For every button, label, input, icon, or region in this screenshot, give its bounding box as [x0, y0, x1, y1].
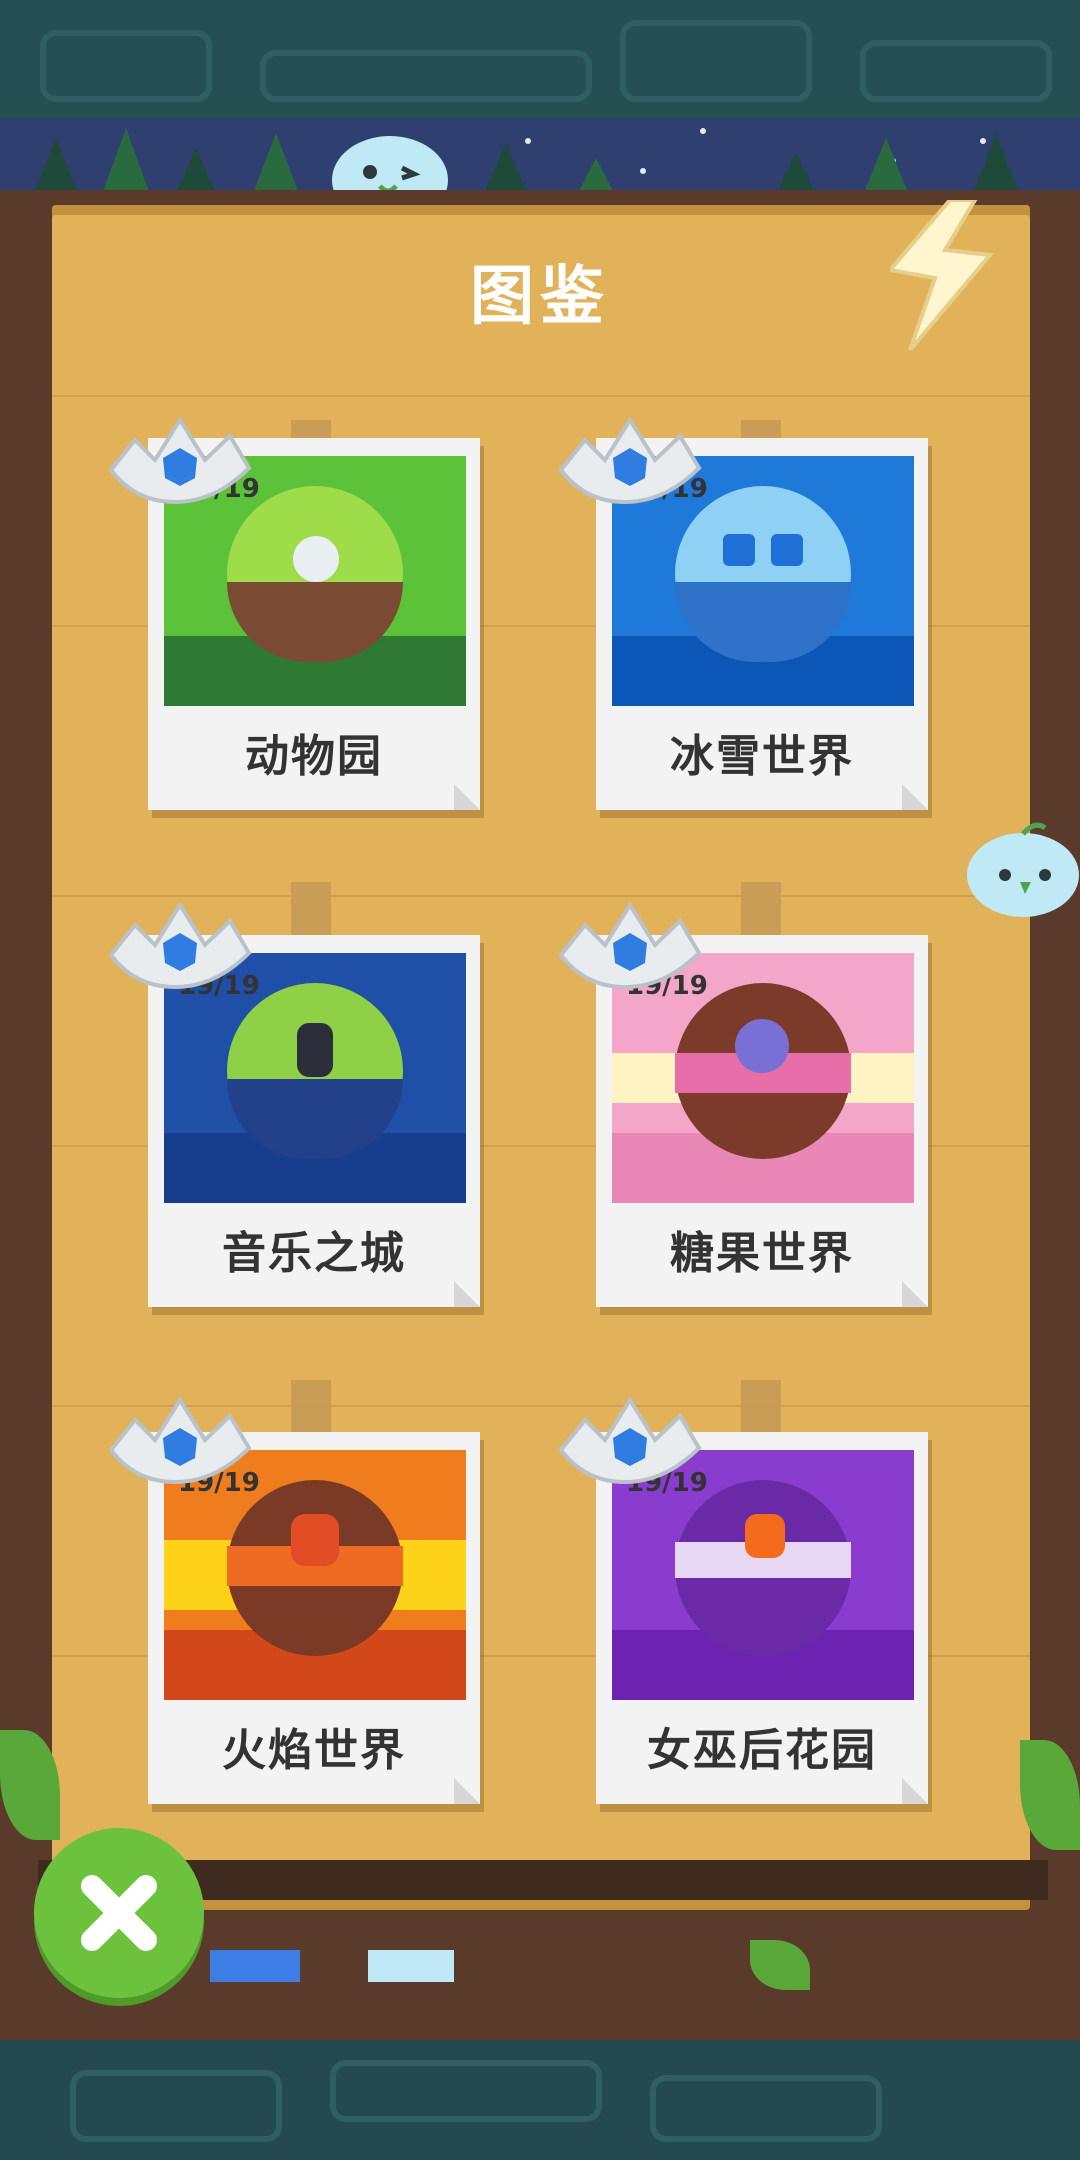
mascot-side-icon	[965, 820, 1080, 920]
background-top	[0, 0, 1080, 120]
world-name: 冰雪世界	[670, 731, 854, 782]
background-bottom	[0, 2040, 1080, 2160]
world-name: 音乐之城	[222, 1228, 406, 1279]
world-name: 动物园	[245, 731, 383, 782]
crown-gem-icon	[555, 895, 705, 995]
tape	[741, 882, 781, 942]
crown-gem-icon	[105, 1390, 255, 1490]
tape	[741, 1380, 781, 1440]
tape	[291, 1380, 331, 1440]
world-name: 女巫后花园	[647, 1725, 877, 1776]
tape	[291, 882, 331, 942]
close-icon	[81, 1875, 157, 1951]
crown-gem-icon	[105, 895, 255, 995]
lightning-bolt-icon	[886, 198, 1000, 352]
crown-gem-icon	[105, 410, 255, 510]
light-blue-tape	[368, 1950, 454, 1982]
crown-gem-icon	[555, 1390, 705, 1490]
close-button[interactable]	[34, 1828, 204, 1998]
blue-tape	[210, 1950, 300, 1982]
crown-gem-icon	[555, 410, 705, 510]
world-name: 糖果世界	[670, 1228, 854, 1279]
world-name: 火焰世界	[222, 1725, 406, 1776]
